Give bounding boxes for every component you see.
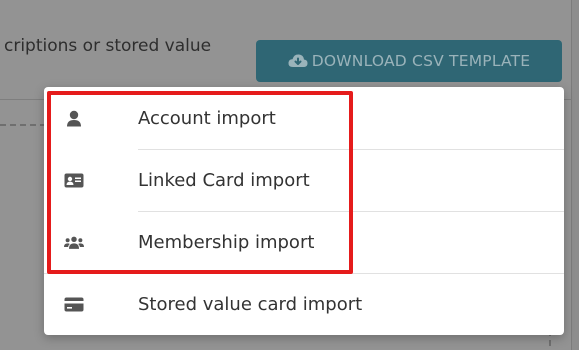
download-csv-template-button[interactable]: DOWNLOAD CSV TEMPLATE [256,40,562,82]
menu-item-label: Account import [138,107,276,129]
users-group-icon [64,233,84,251]
cloud-download-icon [288,54,308,67]
menu-item-account-import[interactable]: Account import [44,87,564,149]
menu-item-linked-card-import[interactable]: Linked Card import [44,149,564,211]
panel-header: criptions or stored value DOWNLOAD CSV T… [0,0,572,100]
menu-item-label: Linked Card import [138,169,310,191]
header-description: criptions or stored value [4,36,212,56]
import-type-menu: Account import Linked Card import Member… [44,87,564,335]
credit-card-icon [64,295,84,313]
menu-item-membership-import[interactable]: Membership import [44,211,564,273]
id-card-icon [64,171,84,189]
download-button-label: DOWNLOAD CSV TEMPLATE [311,52,531,70]
menu-item-label: Membership import [138,231,315,253]
dashed-border [0,124,46,126]
menu-item-stored-value-card-import[interactable]: Stored value card import [44,273,564,335]
user-icon [64,109,84,127]
menu-item-label: Stored value card import [138,293,363,315]
